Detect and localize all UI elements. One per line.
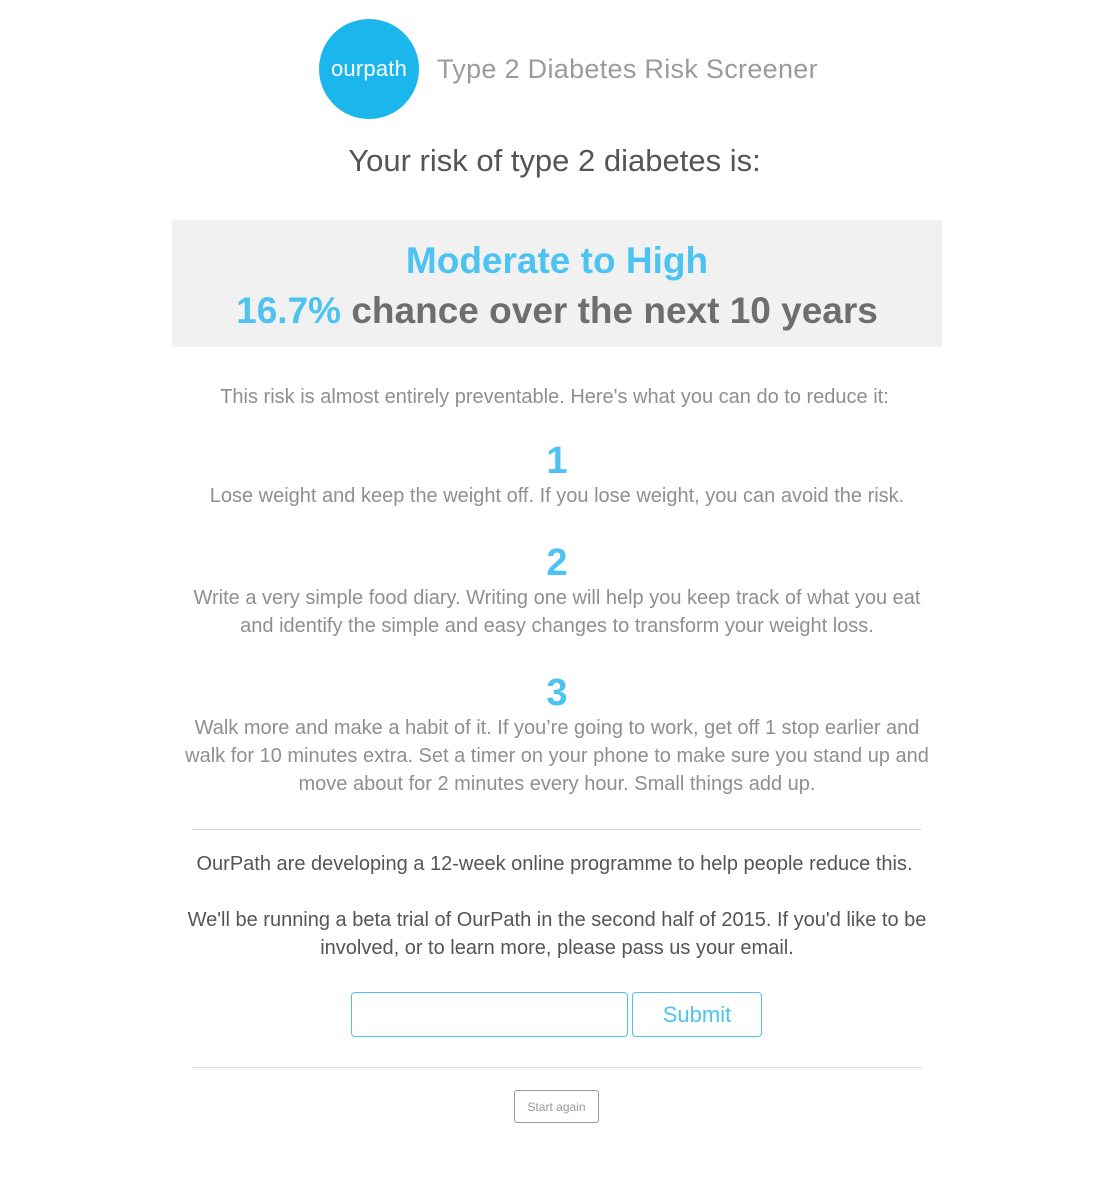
tip-item: 1 Lose weight and keep the weight off. I… bbox=[172, 440, 942, 510]
logo-text: ourpath bbox=[330, 56, 407, 81]
app-title: Type 2 Diabetes Risk Screener bbox=[437, 53, 818, 84]
risk-description: chance over the next 10 years bbox=[351, 290, 878, 331]
risk-heading: Your risk of type 2 diabetes is: bbox=[348, 143, 761, 178]
beta-text: We'll be running a beta trial of OurPath… bbox=[187, 909, 927, 959]
email-input[interactable] bbox=[351, 992, 628, 1037]
tip-text: Write a very simple food diary. Writing … bbox=[193, 587, 921, 637]
divider bbox=[192, 1067, 922, 1068]
tip-item: 2 Write a very simple food diary. Writin… bbox=[172, 542, 942, 640]
divider bbox=[192, 829, 922, 830]
programme-text: OurPath are developing a 12-week online … bbox=[196, 853, 913, 875]
start-again-button[interactable]: Start again bbox=[514, 1090, 599, 1123]
submit-button[interactable]: Submit bbox=[632, 992, 762, 1037]
result-box: Moderate to High 16.7% chance over the n… bbox=[172, 220, 942, 347]
header: ourpath Type 2 Diabetes Risk Screener bbox=[319, 19, 818, 119]
tip-number: 2 bbox=[546, 542, 568, 584]
ourpath-logo: ourpath bbox=[319, 19, 419, 119]
tip-number: 1 bbox=[546, 440, 568, 482]
risk-summary: 16.7% chance over the next 10 years bbox=[172, 286, 942, 336]
tip-number: 3 bbox=[546, 672, 568, 714]
advice-intro: This risk is almost entirely preventable… bbox=[220, 386, 889, 408]
risk-result-page: ourpath Type 2 Diabetes Risk Screener Yo… bbox=[0, 0, 1109, 1202]
risk-percentage: 16.7% bbox=[236, 290, 342, 331]
risk-level: Moderate to High bbox=[405, 240, 709, 281]
tip-text: Walk more and make a habit of it. If you… bbox=[185, 717, 929, 795]
tip-item: 3 Walk more and make a habit of it. If y… bbox=[172, 672, 942, 798]
tip-text: Lose weight and keep the weight off. If … bbox=[209, 485, 905, 507]
